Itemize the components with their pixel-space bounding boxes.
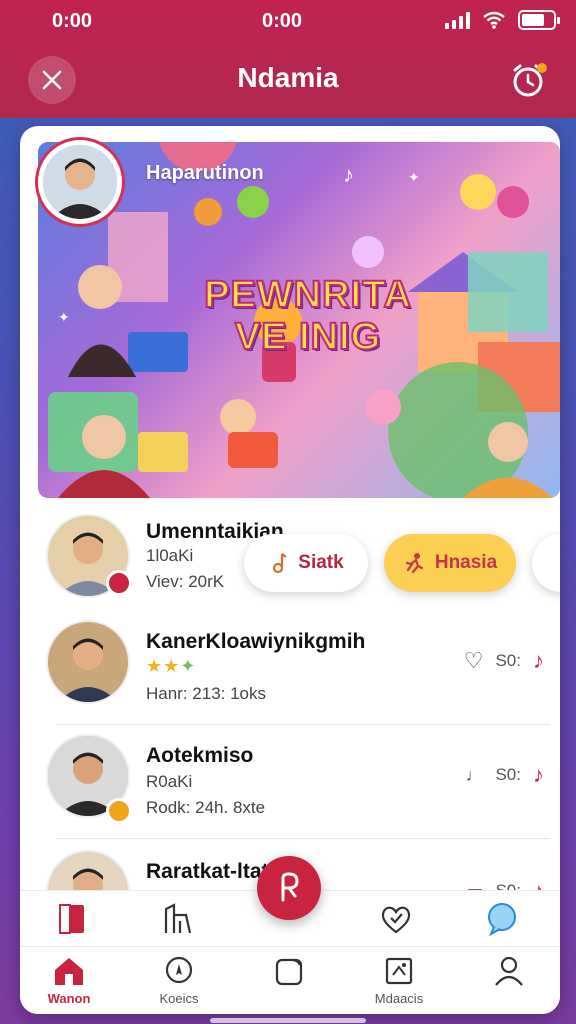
- nav-item-explore[interactable]: Koeics: [134, 955, 224, 1006]
- nav-item-library[interactable]: [244, 955, 334, 991]
- music-play-icon: [281, 872, 299, 902]
- item-actions: ♡ S0: ♪: [464, 648, 544, 674]
- hnasia-button-label: Hnasia: [434, 552, 498, 573]
- signal-icon: [445, 11, 470, 29]
- svg-text:✦: ✦: [408, 169, 420, 185]
- avatar: [46, 620, 130, 704]
- list-item[interactable]: Aotekmiso R0aKi Rodk: 24h. 8xte ♩ S0: ♪: [20, 730, 560, 840]
- door-icon[interactable]: [56, 901, 92, 937]
- item-title: Aotekmiso: [146, 744, 254, 767]
- item-meta: Rodk: 24h. 8xte: [146, 798, 266, 817]
- item-meta: Hanr: 213: 1oks: [146, 684, 267, 703]
- banner-caption: Haparutinon: [146, 162, 264, 184]
- profile-avatar[interactable]: [38, 140, 122, 224]
- nav-item-home[interactable]: Wanon: [24, 955, 114, 1006]
- start-button-label: Siatk: [298, 552, 344, 573]
- wifi-icon: [483, 11, 505, 29]
- compass-icon: [165, 956, 193, 984]
- music-note-icon[interactable]: ♩: [465, 765, 483, 786]
- bottom-navigation: Wanon Koeics Mdaacis: [20, 946, 560, 1014]
- status-time-left: 0:00: [52, 10, 93, 32]
- item-meta: 1l0aKi: [146, 546, 194, 565]
- heart-check-icon[interactable]: [378, 901, 414, 937]
- list-item[interactable]: KanerKloawiynikgmih ★★✦ Hanr: 213: 1oks …: [20, 614, 560, 724]
- app-title: Ndamia: [237, 62, 339, 93]
- battery-icon: [518, 10, 560, 30]
- banner-headline: PEWNRITA VE INIG: [188, 273, 428, 359]
- nav-label: Mdaacis: [374, 991, 424, 1006]
- music-note-icon[interactable]: ♪: [533, 648, 544, 674]
- running-person-icon: [405, 553, 423, 574]
- status-bar: 0:00 0:00: [0, 0, 576, 44]
- item-meta: R0aKi: [146, 772, 193, 791]
- person-icon: [495, 956, 523, 986]
- status-time-center: 0:00: [262, 10, 303, 32]
- status-badge: [106, 570, 132, 596]
- divider: [56, 838, 550, 839]
- item-count: S0:: [495, 651, 521, 670]
- home-indicator: [210, 1018, 366, 1023]
- banner-headline-line2: VE INIG: [234, 315, 382, 359]
- svg-text:♪: ♪: [343, 162, 354, 187]
- item-count: S0:: [495, 765, 521, 784]
- rating-stars: ★★✦: [146, 656, 197, 676]
- home-icon: [55, 958, 83, 985]
- card-icon: [275, 958, 303, 986]
- hnasia-button[interactable]: Hnasia: [384, 534, 516, 592]
- status-icons: [445, 10, 560, 30]
- chat-bubble-icon[interactable]: [484, 901, 520, 937]
- nav-label: Wanon: [47, 991, 91, 1006]
- item-actions: ♩ S0: ♪: [465, 762, 544, 788]
- nav-item-profile[interactable]: [464, 955, 554, 991]
- building-icon[interactable]: [160, 901, 196, 937]
- heart-icon[interactable]: ♡: [464, 648, 484, 674]
- nav-item-media[interactable]: Mdaacis: [354, 955, 444, 1006]
- start-button[interactable]: Siatk: [244, 534, 368, 592]
- person-icon: [43, 145, 117, 219]
- music-note-icon: [273, 553, 287, 574]
- music-note-icon[interactable]: ♪: [533, 762, 544, 788]
- banner-headline-line1: PEWNRITA: [203, 273, 412, 317]
- app-header: Ndamia: [0, 44, 576, 118]
- status-badge: [106, 798, 132, 824]
- alarm-clock-icon[interactable]: [506, 58, 550, 102]
- item-title: Raratkat-ltat: [146, 860, 269, 883]
- create-fab-button[interactable]: [257, 856, 321, 920]
- item-views: Viev: 20rK: [146, 572, 225, 591]
- svg-text:✦: ✦: [58, 309, 70, 325]
- media-frame-icon: [385, 957, 413, 985]
- divider: [56, 724, 550, 725]
- item-title: KanerKloawiynikgmih: [146, 630, 366, 653]
- nav-label: Koeics: [159, 991, 199, 1006]
